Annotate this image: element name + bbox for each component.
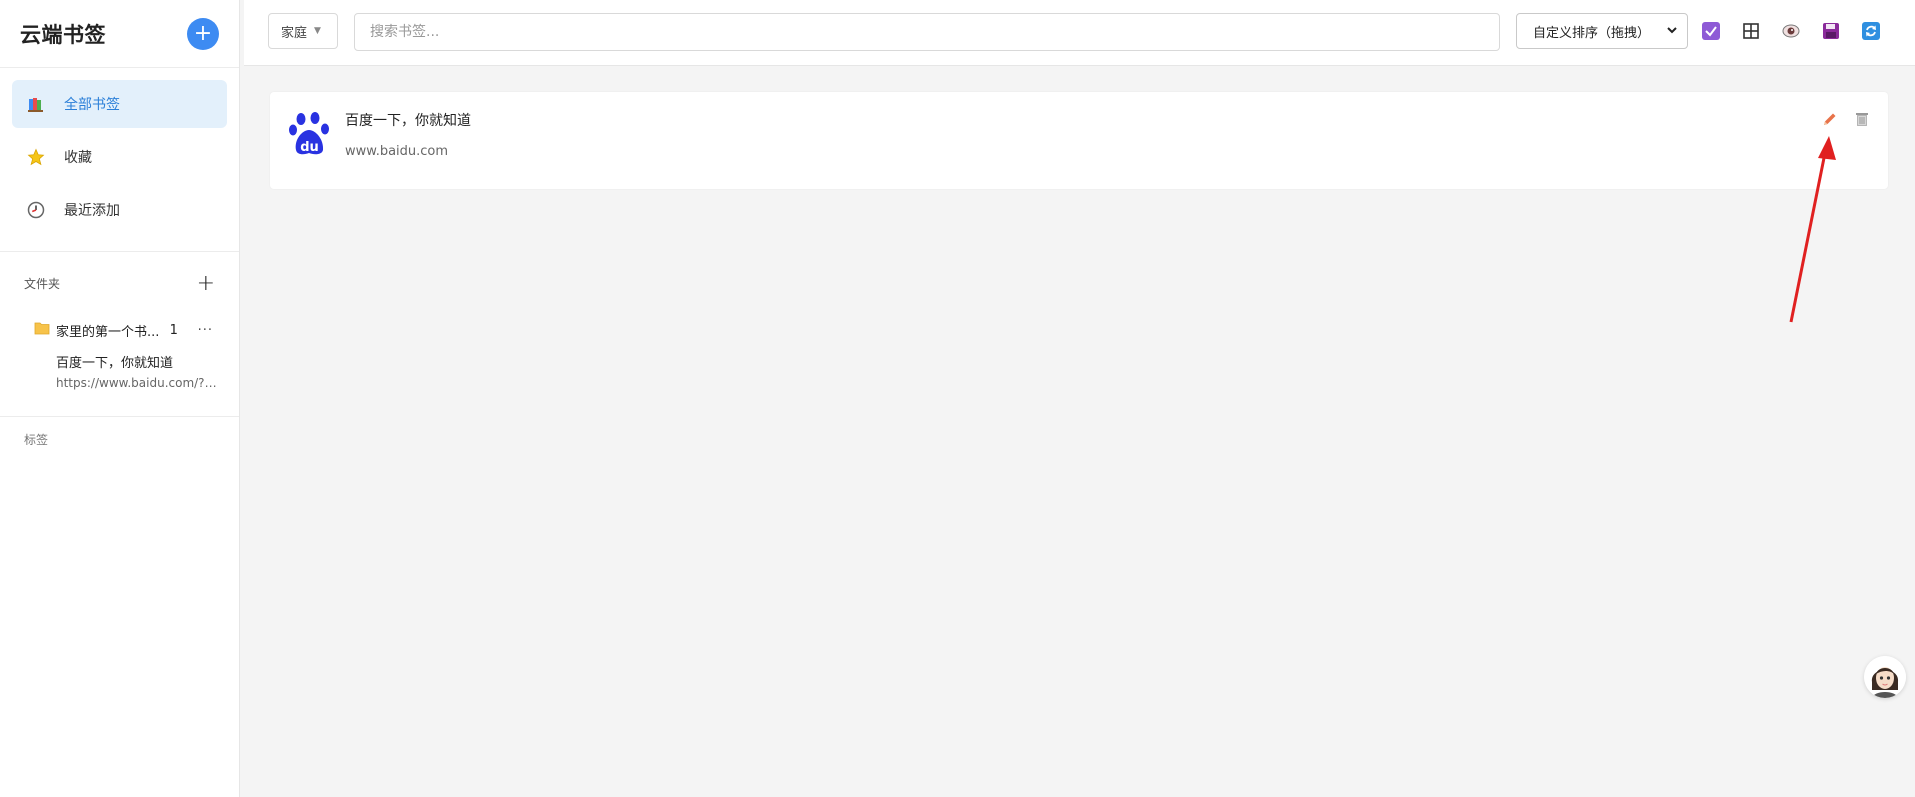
delete-icon[interactable]	[1852, 109, 1872, 129]
checkbox-icon[interactable]	[1700, 20, 1722, 42]
search-input[interactable]	[354, 13, 1500, 51]
nav-item-favorites[interactable]: 收藏	[12, 133, 227, 181]
sort-label: 自定义排序（拖拽）	[1533, 25, 1651, 41]
edit-icon[interactable]	[1820, 109, 1840, 129]
chevron-down-icon	[1665, 23, 1679, 41]
folder-icon	[34, 321, 50, 339]
folder-bookmark-url: https://www.baidu.com/?t...	[56, 376, 221, 390]
eye-icon[interactable]	[1780, 20, 1802, 42]
add-bookmark-button[interactable]: +	[187, 17, 219, 50]
nav-label: 收藏	[64, 150, 92, 166]
folders-header: 文件夹 +	[0, 252, 239, 314]
nav-label: 最近添加	[64, 203, 120, 219]
tags-heading: 标签	[24, 432, 49, 447]
save-icon[interactable]	[1820, 20, 1842, 42]
nav-label: 全部书签	[64, 97, 120, 113]
nav-item-recent[interactable]: 最近添加	[12, 186, 227, 234]
folders-heading: 文件夹	[24, 276, 61, 291]
folder-name: 家里的第一个书...	[56, 324, 160, 340]
sidebar-nav: 全部书签 收藏 最近添加	[0, 68, 239, 252]
topbar: 家庭 ▼ 自定义排序（拖拽）	[244, 0, 1915, 66]
brand-row: 云端书签 +	[0, 0, 239, 68]
grid-icon[interactable]	[1740, 20, 1762, 42]
star-icon	[26, 147, 46, 167]
plus-icon: +	[193, 20, 213, 46]
workspace-label: 家庭	[281, 25, 308, 41]
refresh-icon[interactable]	[1860, 20, 1882, 42]
caret-down-icon: ▼	[314, 26, 321, 36]
clock-icon	[26, 200, 46, 220]
bookmark-card[interactable]: du 百度一下，你就知道 www.baidu.com	[270, 92, 1888, 189]
workspace-select[interactable]: 家庭 ▼	[268, 13, 338, 49]
folder-bookmark-title[interactable]: 百度一下，你就知道	[0, 346, 239, 376]
app-title: 云端书签	[20, 22, 106, 47]
sort-select[interactable]: 自定义排序（拖拽）	[1516, 13, 1688, 49]
bookmark-url: www.baidu.com	[345, 144, 449, 159]
books-icon	[26, 94, 46, 114]
sidebar: 云端书签 + 全部书签 收藏 最近添加 文件夹 + 家里的第一个书... 1 ·…	[0, 0, 240, 797]
baidu-paw-icon: du	[288, 110, 332, 156]
folder-item[interactable]: 家里的第一个书... 1 ···	[0, 314, 239, 346]
svg-text:du: du	[300, 140, 319, 155]
folder-count: 1	[169, 322, 178, 338]
more-icon[interactable]: ···	[198, 323, 213, 338]
assistant-avatar[interactable]	[1864, 656, 1906, 698]
bookmark-title[interactable]: 百度一下，你就知道	[345, 110, 471, 130]
add-folder-button[interactable]: +	[197, 271, 215, 296]
nav-item-all-bookmarks[interactable]: 全部书签	[12, 80, 227, 128]
